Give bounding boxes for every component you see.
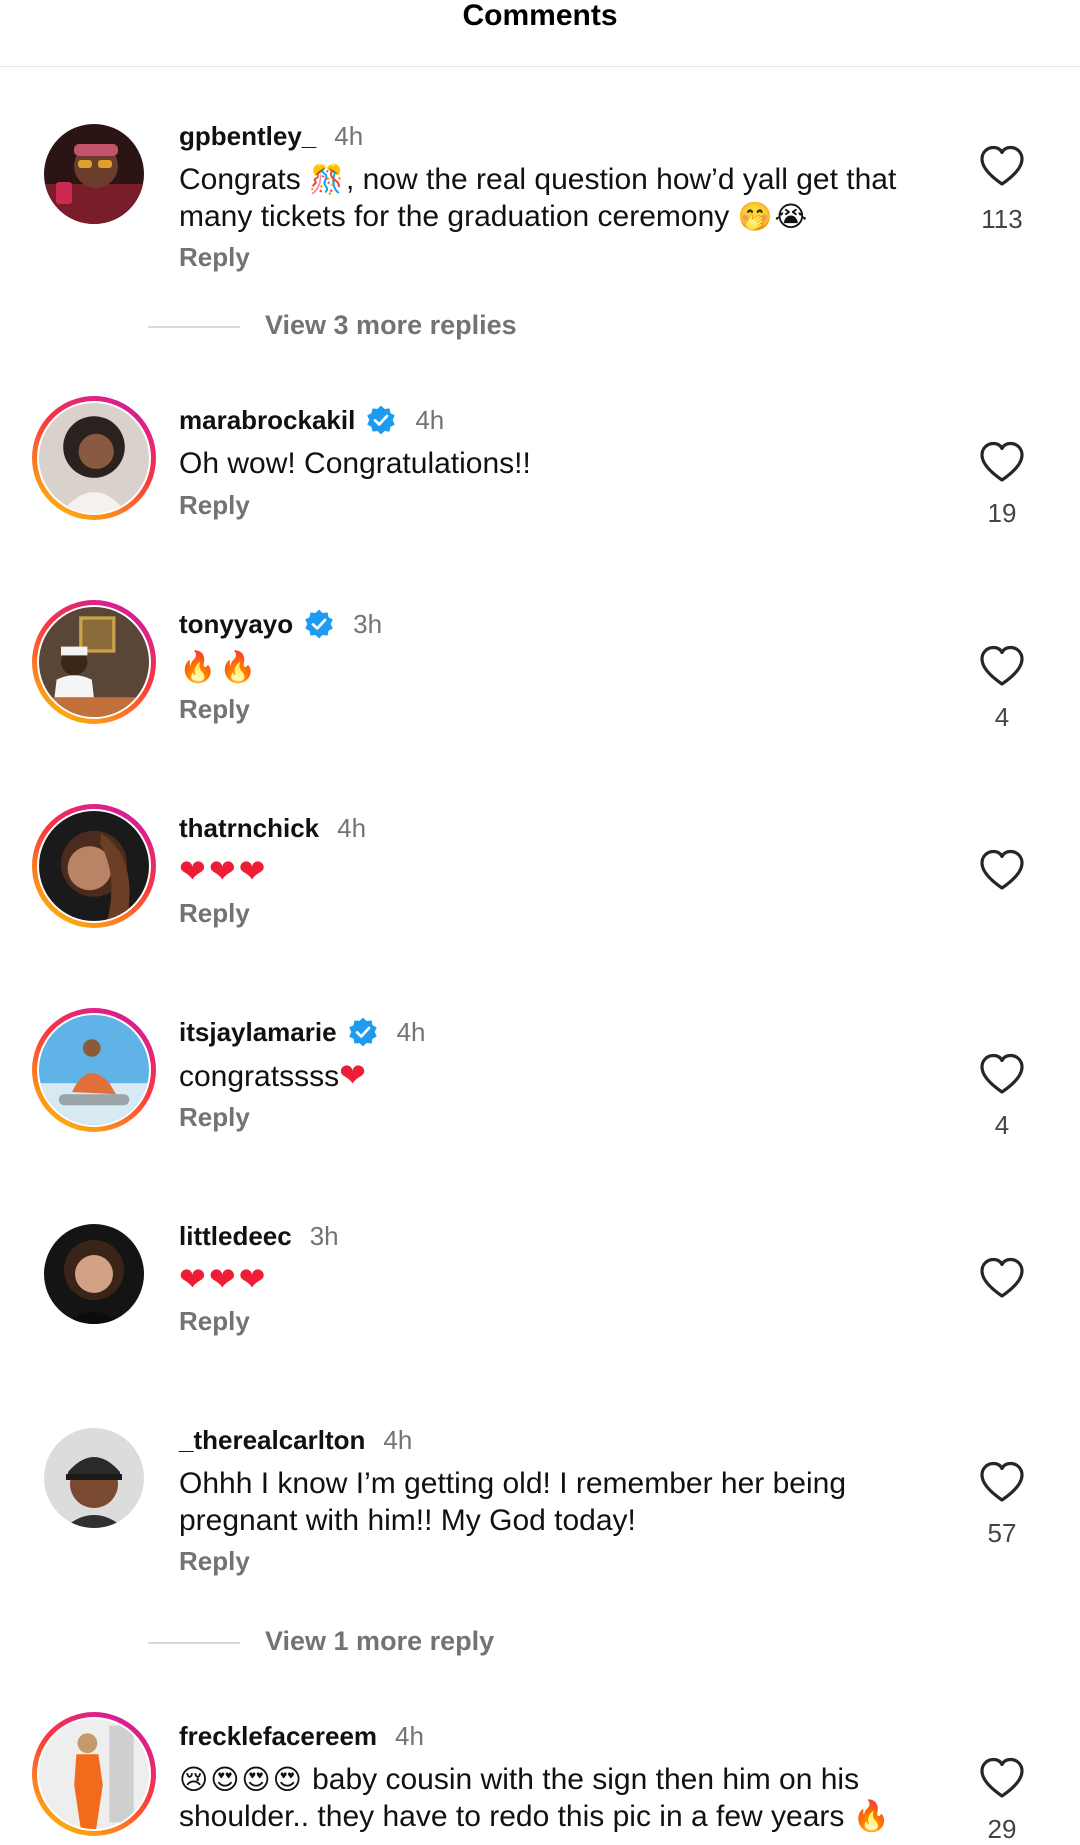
reply-button[interactable]: Reply bbox=[179, 1306, 250, 1337]
red-heart-emoji: ❤❤❤ bbox=[179, 852, 269, 890]
comment-item: littledeec 3h ❤❤❤ Reply bbox=[0, 1208, 1080, 1368]
username[interactable]: littledeec bbox=[179, 1221, 292, 1251]
divider bbox=[148, 326, 240, 328]
like-count: 4 bbox=[994, 702, 1010, 732]
comment-text: Ohhh I know I’m getting old! I remember … bbox=[179, 1467, 847, 1537]
heart-icon[interactable] bbox=[978, 644, 1026, 688]
comment-text: congratssss❤ bbox=[179, 1056, 369, 1094]
comment-text: Oh wow! Congratulations!! bbox=[179, 447, 531, 480]
comment-item: _therealcarlton 4h Ohhh I know I’m gettin… bbox=[0, 1412, 1080, 1656]
heart-icon[interactable] bbox=[978, 144, 1026, 188]
reply-button[interactable]: Reply bbox=[179, 694, 250, 725]
avatar[interactable] bbox=[44, 124, 144, 224]
comment-time: 3h bbox=[353, 609, 383, 639]
comment-item: gpbentley_ 4h Congrats 🎊, now the real qu… bbox=[0, 108, 1080, 348]
verified-badge-icon bbox=[303, 608, 335, 640]
like-count: 113 bbox=[981, 204, 1023, 234]
username[interactable]: itsjaylamarie bbox=[179, 1017, 337, 1047]
reply-button[interactable]: Reply bbox=[179, 490, 250, 521]
heart-icon[interactable] bbox=[978, 1460, 1026, 1504]
red-heart-emoji: ❤ bbox=[339, 1056, 369, 1094]
username[interactable]: frecklefacereem bbox=[179, 1721, 377, 1751]
username[interactable]: marabrockakil bbox=[179, 405, 355, 435]
like-count: 19 bbox=[987, 498, 1017, 528]
comment-time: 4h bbox=[383, 1425, 413, 1455]
heart-icon[interactable] bbox=[978, 440, 1026, 484]
avatar[interactable] bbox=[32, 1712, 156, 1836]
comment-text: 🔥🔥 bbox=[179, 649, 939, 686]
fire-emoji: 🔥 bbox=[852, 1799, 894, 1834]
divider bbox=[148, 1642, 240, 1644]
fire-emoji: 🔥🔥 bbox=[179, 650, 260, 685]
reply-button[interactable]: Reply bbox=[179, 1102, 250, 1133]
reply-button[interactable]: Reply bbox=[179, 1546, 250, 1577]
comment-item: frecklefacereem 4h 😢😍😍😍 baby cousin with … bbox=[0, 1708, 1080, 1844]
confetti-emoji: 🎊 bbox=[309, 163, 346, 196]
view-more-label[interactable]: View 1 more reply bbox=[265, 1626, 494, 1657]
verified-badge-icon bbox=[365, 404, 397, 436]
comment-time: 4h bbox=[395, 1721, 424, 1751]
emoji-group: 😢😍😍😍 bbox=[179, 1763, 304, 1796]
comment-text: 😢😍😍😍 baby cousin with the sign then him … bbox=[179, 1763, 894, 1834]
heart-icon[interactable] bbox=[978, 848, 1026, 892]
comment-item: itsjaylamarie 4h congratssss❤ Reply 4 bbox=[0, 1004, 1080, 1164]
avatar[interactable] bbox=[44, 1224, 144, 1324]
username[interactable]: tonyyayo bbox=[179, 609, 293, 639]
avatar[interactable] bbox=[32, 600, 156, 724]
verified-badge-icon bbox=[347, 1016, 379, 1048]
username[interactable]: gpbentley_ bbox=[179, 121, 316, 151]
comment-text: ❤❤❤ bbox=[179, 853, 939, 891]
avatar[interactable] bbox=[44, 1428, 144, 1528]
reply-button[interactable]: Reply bbox=[179, 242, 250, 273]
comment-time: 4h bbox=[415, 405, 445, 435]
heart-icon[interactable] bbox=[978, 1256, 1026, 1300]
username[interactable]: thatrnchick bbox=[179, 813, 319, 843]
comment-item: marabrockakil 4h Oh wow! Congratulations!… bbox=[0, 392, 1080, 552]
heart-icon[interactable] bbox=[978, 1052, 1026, 1096]
avatar[interactable] bbox=[32, 1008, 156, 1132]
view-more-label[interactable]: View 3 more replies bbox=[265, 310, 517, 341]
view-more-replies[interactable]: View 3 more replies bbox=[148, 306, 848, 346]
like-count: 57 bbox=[987, 1518, 1017, 1548]
username[interactable]: _therealcarlton bbox=[179, 1425, 365, 1455]
comment-item: thatrnchick 4h ❤❤❤ Reply bbox=[0, 800, 1080, 960]
avatar[interactable] bbox=[32, 804, 156, 928]
reply-button[interactable]: Reply bbox=[179, 898, 250, 929]
like-count: 29 bbox=[987, 1814, 1017, 1844]
heart-icon[interactable] bbox=[978, 1756, 1026, 1800]
comment-time: 3h bbox=[309, 1221, 339, 1251]
view-more-replies[interactable]: View 1 more reply bbox=[148, 1622, 848, 1662]
comment-time: 4h bbox=[334, 121, 364, 151]
comment-time: 4h bbox=[396, 1017, 426, 1047]
comment-item: tonyyayo 3h 🔥🔥 Reply 4 bbox=[0, 596, 1080, 756]
avatar[interactable] bbox=[32, 396, 156, 520]
red-heart-emoji: ❤❤❤ bbox=[179, 1260, 269, 1298]
comment-text: Congrats 🎊, now the real question how’d … bbox=[179, 163, 897, 233]
like-count: 4 bbox=[994, 1110, 1010, 1140]
comment-time: 4h bbox=[337, 813, 367, 843]
comment-text: ❤❤❤ bbox=[179, 1261, 939, 1299]
comments-header: Comments bbox=[0, 0, 1080, 67]
emoji-group: 🤭😭 bbox=[737, 200, 810, 233]
page-title: Comments bbox=[462, 0, 618, 32]
